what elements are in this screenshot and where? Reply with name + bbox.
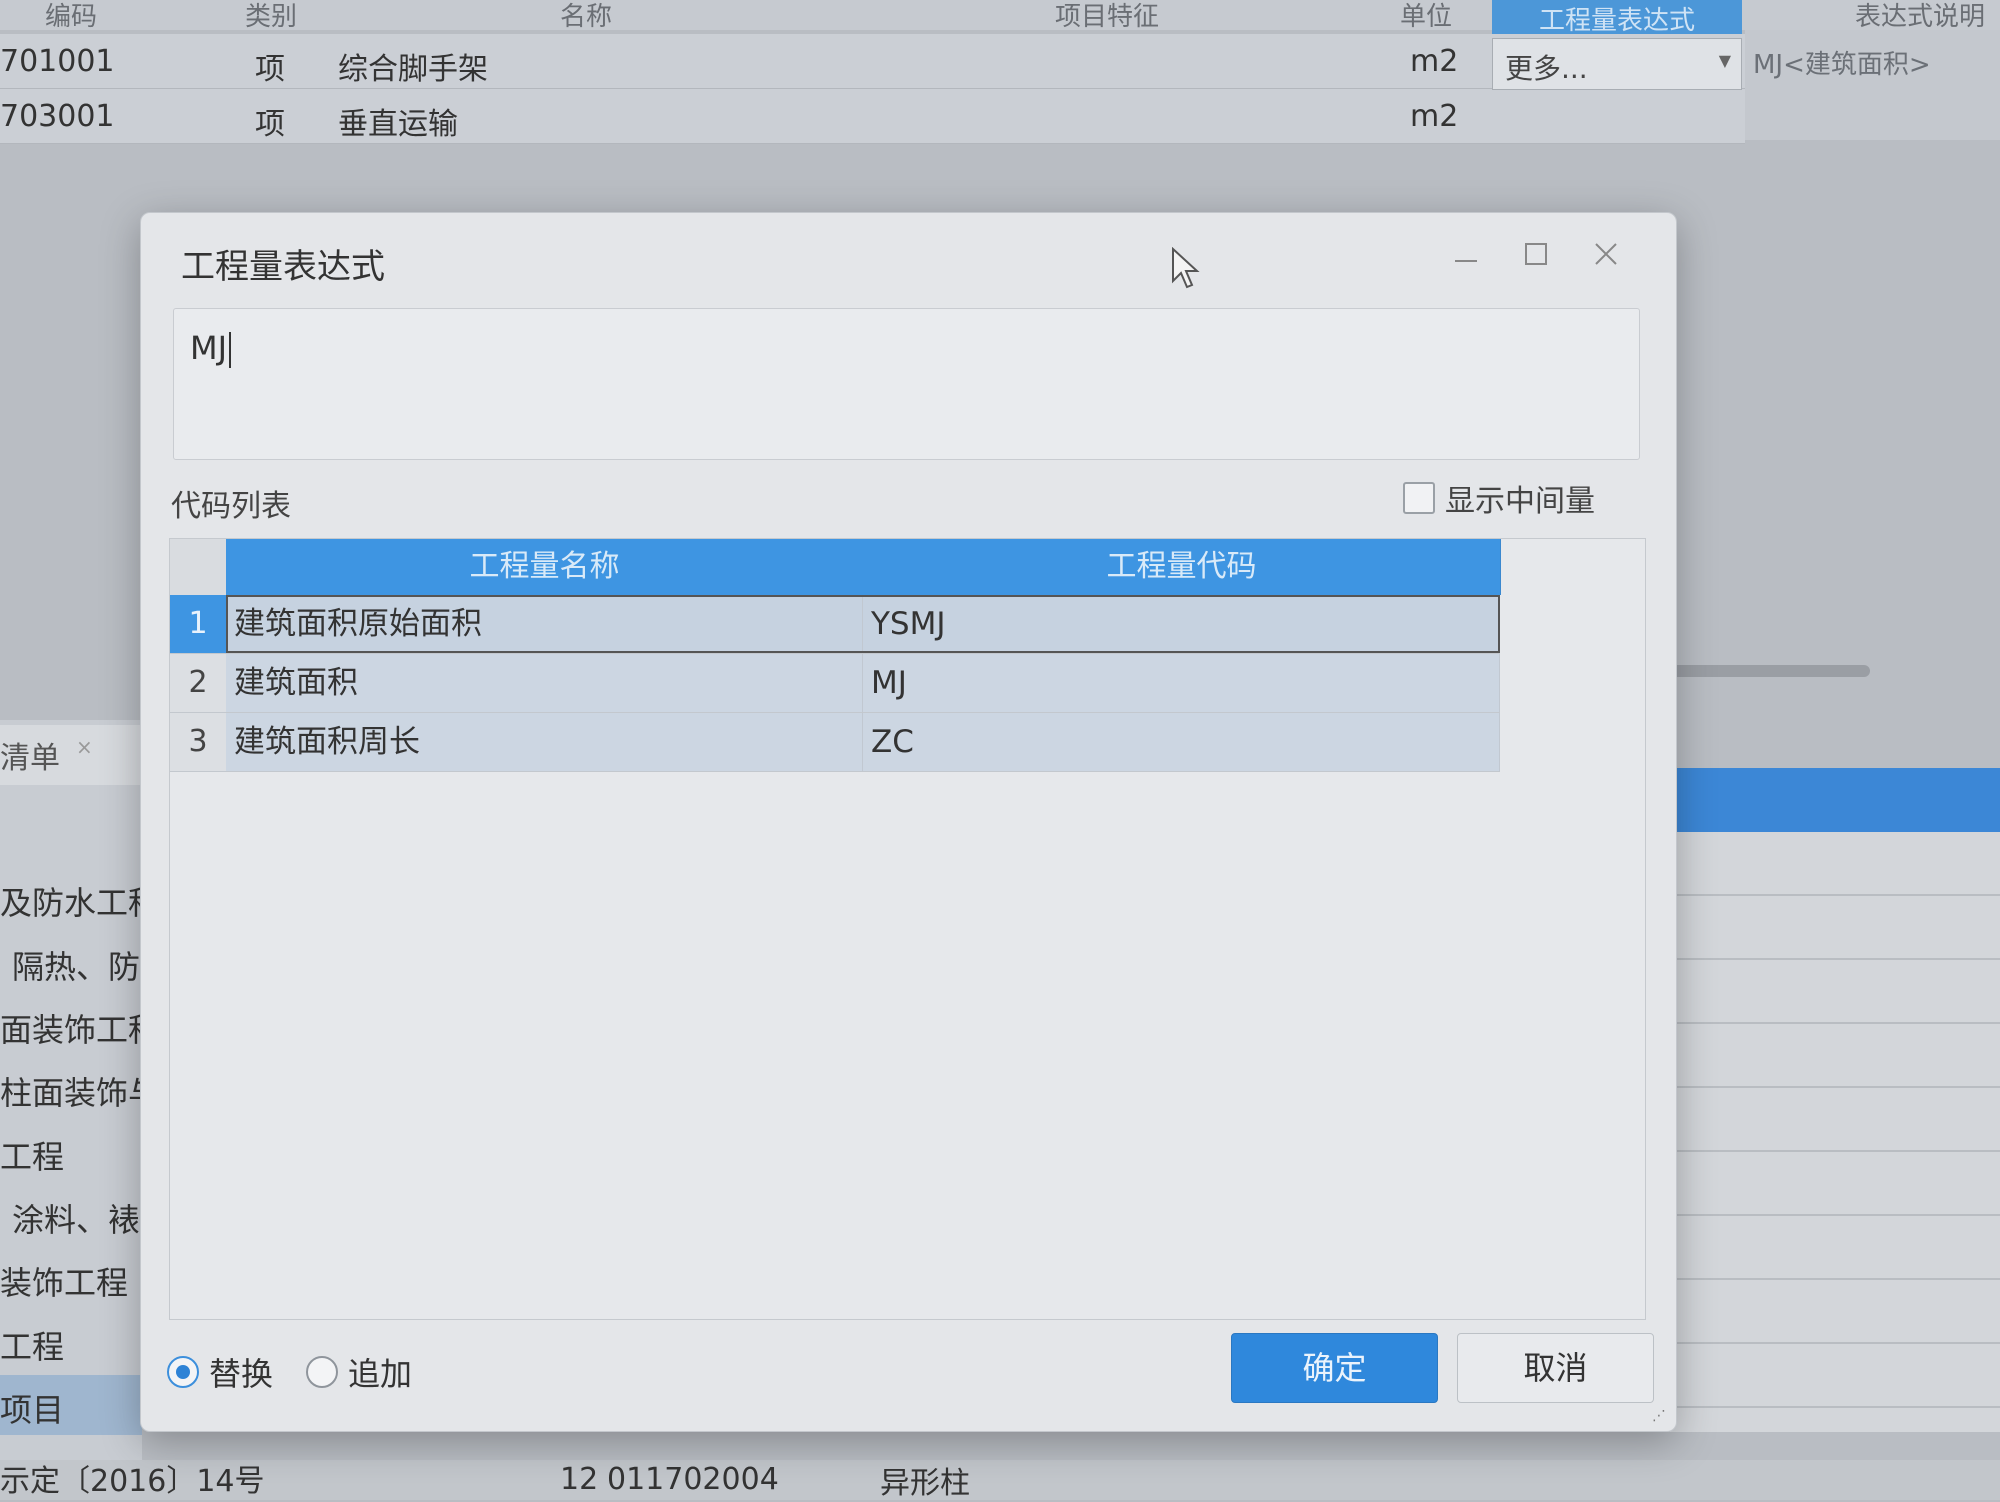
row-code: 703001 [0,99,115,134]
expression-text-wrap: MJ [190,329,232,368]
expression-value: MJ [190,329,228,367]
tree-item-label: 涂料、裱 [12,1201,141,1239]
tab-label: 清单 [0,741,60,776]
tree-item-label: 隔热、防 [12,948,141,986]
expression-combo[interactable]: 更多... ▼ [1492,38,1742,90]
dropdown-arrow-icon[interactable]: ▼ [1719,51,1731,70]
tree-item-label: 及防水工程 [0,884,142,922]
combo-value: 更多... [1505,52,1588,85]
minimize-button[interactable] [1441,233,1491,283]
maximize-icon [1525,243,1547,265]
header-unit: 单位 [1400,2,1453,32]
row-unit: m2 [1410,99,1459,134]
header-code: 编码 [45,2,98,32]
close-icon[interactable]: × [76,735,93,759]
code-list-label: 代码列表 [171,489,291,524]
header-type: 类别 [245,2,298,32]
radio-replace-dot[interactable] [167,1356,199,1388]
show-intermediate-checkbox[interactable]: 显示中间量 [1403,478,1595,519]
table-row[interactable]: 701001 项 综合脚手架 m2 [0,34,1745,89]
expression-input[interactable]: MJ [173,308,1640,460]
radio-append[interactable]: 追加 [306,1349,412,1395]
row-number: 2 [170,654,227,712]
code-list-grid: 工程量名称 工程量代码 1 建筑面积原始面积 YSMJ 2 建筑面积 MJ 3 … [169,538,1646,1320]
header-expression[interactable]: 工程量表达式 [1492,0,1742,36]
grid-corner[interactable] [170,539,227,595]
radio-append-dot[interactable] [306,1356,338,1388]
cancel-button[interactable]: 取消 [1457,1333,1654,1403]
mouse-cursor-icon [1172,247,1200,289]
text-caret [229,332,232,368]
ok-button[interactable]: 确定 [1231,1333,1438,1403]
row-name: 垂直运输 [338,107,458,142]
scrollbar[interactable] [1670,665,1870,677]
resize-grip-icon[interactable]: ⋰ [1652,1407,1670,1425]
row-code[interactable]: YSMJ [863,595,1500,653]
tree-item[interactable]: 隔热、防 [0,932,142,992]
selected-row-highlight [1670,768,2000,832]
tree-item[interactable]: 工程 [0,1122,142,1182]
table-row[interactable]: 1 建筑面积原始面积 YSMJ [170,595,1500,654]
row-number: 3 [170,713,227,771]
close-icon [1595,243,1617,265]
close-button[interactable] [1581,233,1631,283]
row-code[interactable]: ZC [863,713,1500,771]
tree-item[interactable]: 柱面装饰与 [0,1058,142,1118]
tree-item-label: 装饰工程 [0,1264,129,1302]
bottom-row-code: 011702004 [607,1462,779,1497]
tree-item-label: 工程 [0,1138,65,1176]
quantity-expression-dialog: 工程量表达式 MJ 代码列表 显示中间量 工程量名称 工程量代码 1 建筑面积原… [140,212,1677,1432]
row-type: 项 [255,107,285,142]
maximize-button[interactable] [1511,233,1561,283]
tree-item[interactable]: 项目 [0,1375,142,1435]
row-name[interactable]: 建筑面积周长 [226,713,863,771]
header-expression-desc: 表达式说明 [1855,2,1986,32]
radio-replace[interactable]: 替换 [167,1349,273,1395]
table-row[interactable]: 3 建筑面积周长 ZC [170,713,1500,772]
expression-desc-cell: MJ<建筑面积> [1745,30,2000,140]
dialog-title: 工程量表达式 [181,247,385,287]
background-table-header: 编码 类别 名称 项目特征 单位 工程量表达式 表达式说明 [0,0,2000,36]
row-code: 701001 [0,44,115,79]
row-type: 项 [255,52,285,87]
background-grid-rows [1670,832,2000,1432]
minimize-icon [1455,260,1477,262]
radio-replace-label: 替换 [209,1355,274,1393]
table-row[interactable]: 2 建筑面积 MJ [170,654,1500,713]
column-header-quantity-code[interactable]: 工程量代码 [863,539,1501,595]
grid-header: 工程量名称 工程量代码 [170,539,1501,595]
bottom-row-name: 异形柱 [880,1466,970,1501]
column-header-quantity-name[interactable]: 工程量名称 [226,539,864,595]
header-features: 项目特征 [1055,2,1160,32]
show-intermediate-label: 显示中间量 [1445,484,1595,519]
tree-item-label: 柱面装饰与 [0,1074,142,1112]
radio-append-label: 追加 [348,1355,413,1393]
bottom-status: 示定〔2016〕14号 12 011702004 异形柱 [0,1460,2000,1501]
table-row[interactable]: 703001 项 垂直运输 m2 [0,89,1745,144]
tree-item[interactable]: 装饰工程 [0,1248,142,1308]
bottom-row-num: 12 [560,1462,599,1497]
tree-item-label: 工程 [0,1328,65,1366]
row-name[interactable]: 建筑面积原始面积 [226,595,863,653]
tree-item[interactable]: 工程 [0,1312,142,1372]
tree-item[interactable]: 面装饰工程 [0,995,142,1055]
row-name[interactable]: 建筑面积 [226,654,863,712]
row-code[interactable]: MJ [863,654,1500,712]
checkbox-box[interactable] [1403,482,1435,514]
row-name: 综合脚手架 [338,52,488,87]
tree-item[interactable]: 涂料、裱 [0,1185,142,1245]
tree-item-label: 项目 [0,1391,65,1429]
bottom-text: 示定〔2016〕14号 [0,1464,265,1499]
row-number: 1 [170,595,227,653]
tree-item[interactable]: 及防水工程 [0,868,142,928]
row-unit: m2 [1410,44,1459,79]
tab-bill[interactable]: 清单 × [0,725,142,785]
tree-item-label: 面装饰工程 [0,1011,142,1049]
expression-desc-text: MJ<建筑面积> [1753,50,1931,80]
header-name: 名称 [560,2,613,32]
